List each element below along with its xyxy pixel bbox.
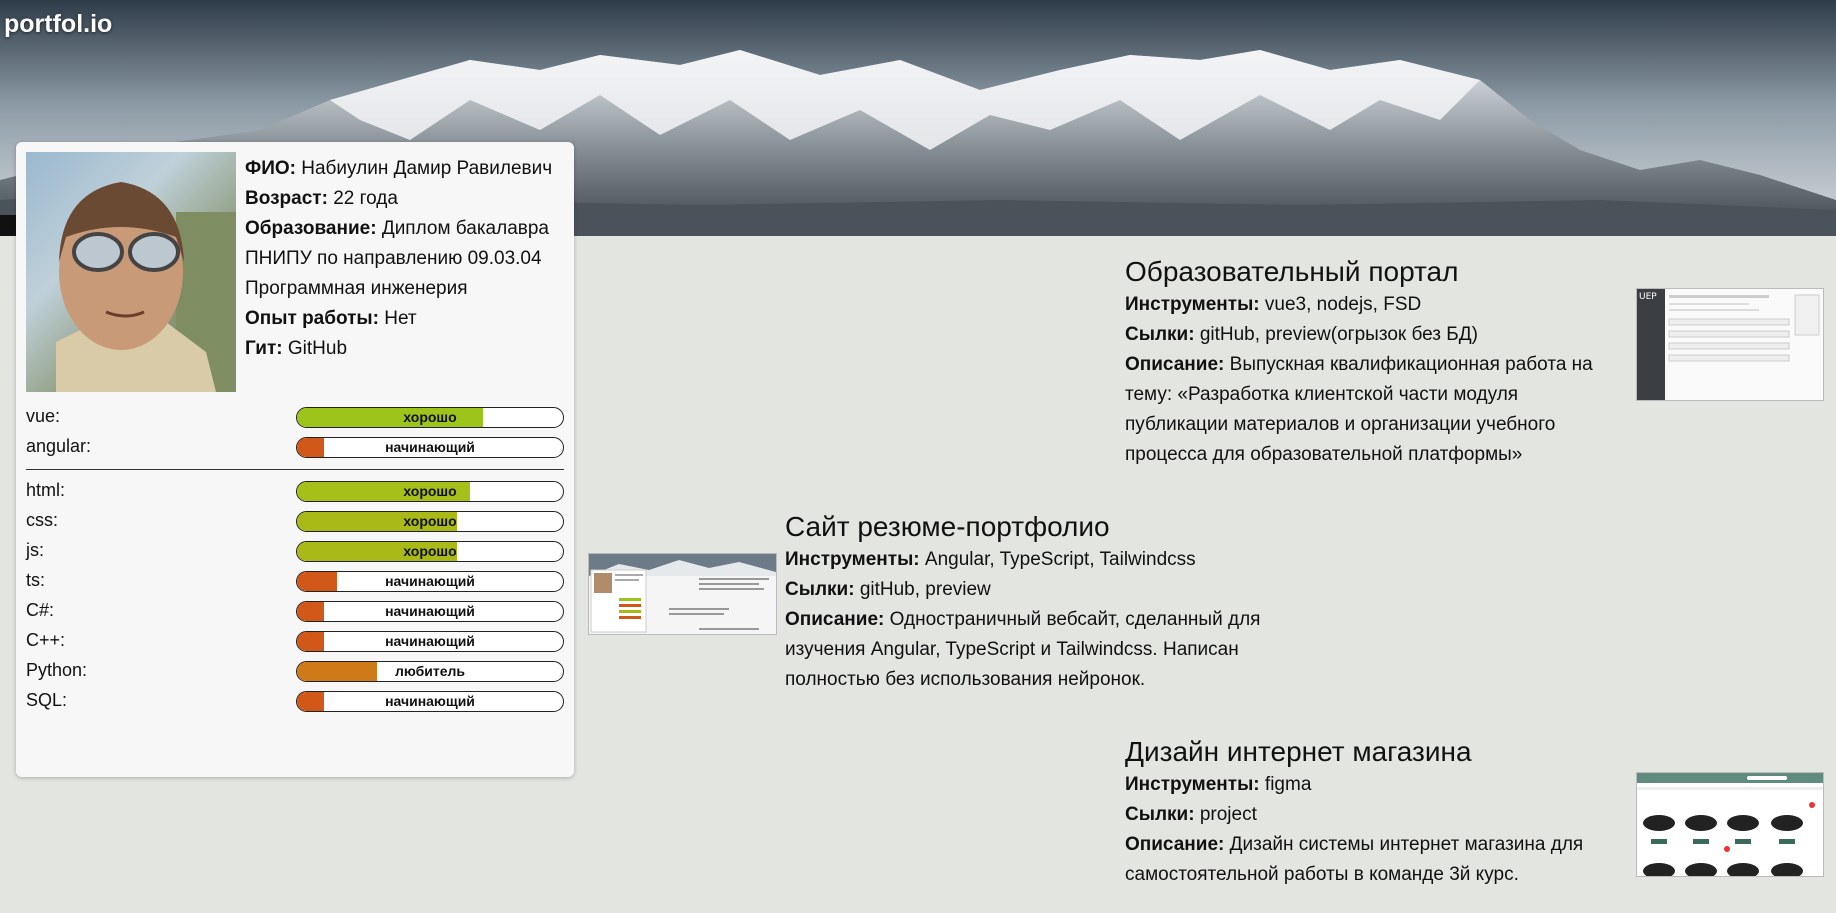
skill-level-bar: любитель: [296, 661, 564, 682]
skill-row: js: хорошо: [26, 536, 566, 566]
skill-level-bar: начинающий: [296, 437, 564, 458]
skill-level-bar: начинающий: [296, 571, 564, 592]
skill-name: js:: [26, 540, 44, 560]
skill-level-bar: хорошо: [296, 481, 564, 502]
skill-level-bar: хорошо: [296, 407, 564, 428]
profile-row-label: Образование:: [245, 218, 377, 239]
profile-row-value: 22 года: [333, 188, 398, 209]
links-label: Сылки:: [785, 579, 855, 600]
skill-name: vue:: [26, 406, 61, 426]
skill-name: Python:: [26, 660, 88, 680]
links-value[interactable]: gitHub, preview(огрызок без БД): [1200, 324, 1478, 345]
links-label: Сылки:: [1125, 324, 1195, 345]
skill-level-label: хорошо: [403, 483, 457, 499]
tools-value: Angular, TypeScript, Tailwindcss: [924, 549, 1196, 570]
skill-row: vue: хорошо: [26, 402, 566, 432]
brand-logo[interactable]: portfol.io: [4, 10, 112, 39]
tools-label: Инструменты:: [1125, 294, 1260, 315]
skills-divider: [26, 469, 564, 470]
profile-row-label: Возраст:: [245, 188, 328, 209]
skill-row: ts: начинающий: [26, 566, 566, 596]
skill-row: C++: начинающий: [26, 626, 566, 656]
description-label: Описание:: [1125, 354, 1225, 375]
skill-level-label: хорошо: [403, 513, 457, 529]
profile-row: Возраст: 22 года: [245, 184, 567, 214]
profile-card: ФИО: Набиулин Дамир Равилевич Возраст: 22…: [16, 142, 574, 777]
skill-row: angular: начинающий: [26, 432, 566, 462]
profile-row-label: Опыт работы:: [245, 308, 379, 329]
links-value[interactable]: gitHub, preview: [860, 579, 991, 600]
tools-value: vue3, nodejs, FSD: [1264, 294, 1422, 315]
skill-level-label: начинающий: [385, 603, 475, 619]
project-title: Дизайн интернет магазина: [1125, 736, 1472, 767]
avatar: [26, 152, 236, 392]
skill-row: css: хорошо: [26, 506, 566, 536]
project-thumbnail-1[interactable]: UEP: [1636, 288, 1824, 401]
skill-name: SQL:: [26, 690, 68, 710]
profile-row: ФИО: Набиулин Дамир Равилевич: [245, 154, 567, 184]
profile-row-label: Гит:: [245, 338, 283, 359]
description-label: Описание:: [785, 609, 885, 630]
skill-level-label: начинающий: [385, 633, 475, 649]
links-value[interactable]: project: [1200, 804, 1257, 825]
project-thumbnail-2[interactable]: [588, 553, 777, 635]
skill-level-bar: хорошо: [296, 511, 564, 532]
tools-label: Инструменты:: [785, 549, 920, 570]
skill-name: html:: [26, 480, 66, 500]
profile-row-value: Нет: [384, 308, 417, 329]
project-card-1: Образовательный портал Инструменты: vue3…: [1125, 254, 1615, 470]
project-card-2: Сайт резюме-портфолио Инструменты: Angul…: [785, 509, 1305, 695]
tools-value: figma: [1264, 774, 1312, 795]
skill-level-bar: начинающий: [296, 601, 564, 622]
links-label: Сылки:: [1125, 804, 1195, 825]
profile-row: Гит: GitHub: [245, 334, 567, 364]
skill-name: C#:: [26, 600, 55, 620]
profile-row: Опыт работы: Нет: [245, 304, 567, 334]
project-title: Сайт резюме-портфолио: [785, 511, 1110, 542]
skills-frameworks: vue: хорошо angular: начинающий: [26, 402, 566, 462]
skill-name: ts:: [26, 570, 46, 590]
profile-row-value[interactable]: GitHub: [288, 338, 347, 359]
profile-row-value: Набиулин Дамир Равилевич: [301, 158, 553, 179]
skill-level-label: начинающий: [385, 693, 475, 709]
skill-row: C#: начинающий: [26, 596, 566, 626]
skill-name: angular:: [26, 436, 92, 456]
project-title: Образовательный портал: [1125, 256, 1459, 287]
project-thumbnail-3[interactable]: [1636, 772, 1824, 877]
skill-level-label: хорошо: [403, 543, 457, 559]
description-label: Описание:: [1125, 834, 1225, 855]
profile-info: ФИО: Набиулин Дамир Равилевич Возраст: 22…: [245, 154, 567, 364]
skill-level-label: любитель: [394, 663, 466, 679]
skill-level-bar: начинающий: [296, 631, 564, 652]
skill-level-bar: хорошо: [296, 541, 564, 562]
skill-name: C++:: [26, 630, 66, 650]
skill-row: Python: любитель: [26, 656, 566, 686]
skill-level-label: начинающий: [385, 573, 475, 589]
tools-label: Инструменты:: [1125, 774, 1260, 795]
skills-languages: html: хорошо css: хорошо js: хорошо ts: начинаю…: [26, 476, 566, 716]
skill-level-bar: начинающий: [296, 691, 564, 712]
skill-row: html: хорошо: [26, 476, 566, 506]
profile-row-label: ФИО:: [245, 158, 296, 179]
skill-row: SQL: начинающий: [26, 686, 566, 716]
profile-row: Образование: Диплом бакалавра ПНИПУ по н…: [245, 214, 567, 304]
skill-level-label: хорошо: [403, 409, 457, 425]
project-card-3: Дизайн интернет магазина Инструменты: fi…: [1125, 734, 1625, 890]
svg-text:UEP: UEP: [1639, 292, 1657, 302]
skill-level-label: начинающий: [385, 439, 475, 455]
skill-name: css:: [26, 510, 59, 530]
